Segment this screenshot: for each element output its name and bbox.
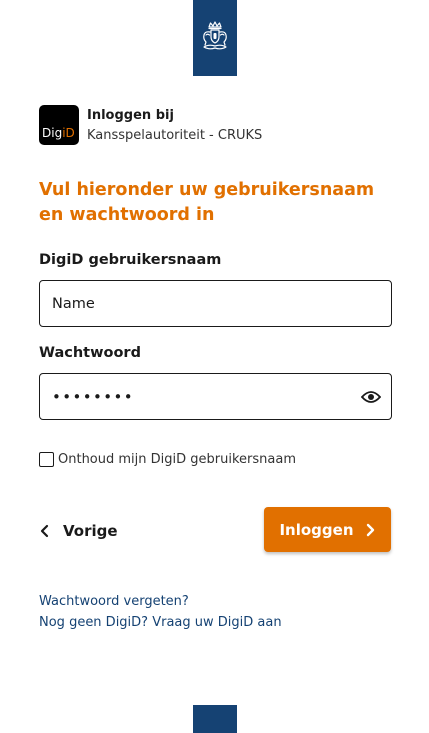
password-value: •••••••• xyxy=(52,387,134,406)
page-title: Vul hieronder uw gebruikersnaam en wacht… xyxy=(39,180,375,225)
show-password-eye-icon[interactable] xyxy=(361,390,381,404)
digid-logo-text: DigiD xyxy=(42,126,75,140)
login-button[interactable]: Inloggen xyxy=(264,507,391,552)
request-digid-link[interactable]: Nog geen DigiD? Vraag uw DigiD aan xyxy=(39,613,282,633)
service-header: DigiD Inloggen bij Kansspelautoriteit - … xyxy=(39,105,262,146)
back-label: Vorige xyxy=(63,522,118,540)
username-field[interactable]: Name xyxy=(39,280,392,327)
login-at-label: Inloggen bij xyxy=(87,108,174,123)
password-label: Wachtwoord xyxy=(39,345,141,361)
remember-username-checkbox[interactable] xyxy=(39,452,54,467)
forgot-password-link[interactable]: Wachtwoord vergeten? xyxy=(39,592,282,612)
service-name: Kansspelautoriteit - CRUKS xyxy=(87,128,263,143)
footer-brand-bar xyxy=(193,705,237,733)
password-field[interactable]: •••••••• xyxy=(39,373,392,420)
remember-username-row[interactable]: Onthoud mijn DigiD gebruikersnaam xyxy=(39,452,296,467)
username-value: Name xyxy=(52,295,95,312)
coat-of-arms-icon xyxy=(203,21,227,50)
login-button-label: Inloggen xyxy=(279,520,354,539)
rijksoverheid-logo xyxy=(193,0,237,76)
digid-logo: DigiD xyxy=(39,105,79,145)
remember-username-label[interactable]: Onthoud mijn DigiD gebruikersnaam xyxy=(58,452,296,467)
help-links: Wachtwoord vergeten? Nog geen DigiD? Vra… xyxy=(39,592,282,634)
chevron-left-icon xyxy=(39,524,51,538)
username-label: DigiD gebruikersnaam xyxy=(39,252,222,268)
chevron-right-icon xyxy=(366,523,376,537)
back-link[interactable]: Vorige xyxy=(39,522,118,540)
